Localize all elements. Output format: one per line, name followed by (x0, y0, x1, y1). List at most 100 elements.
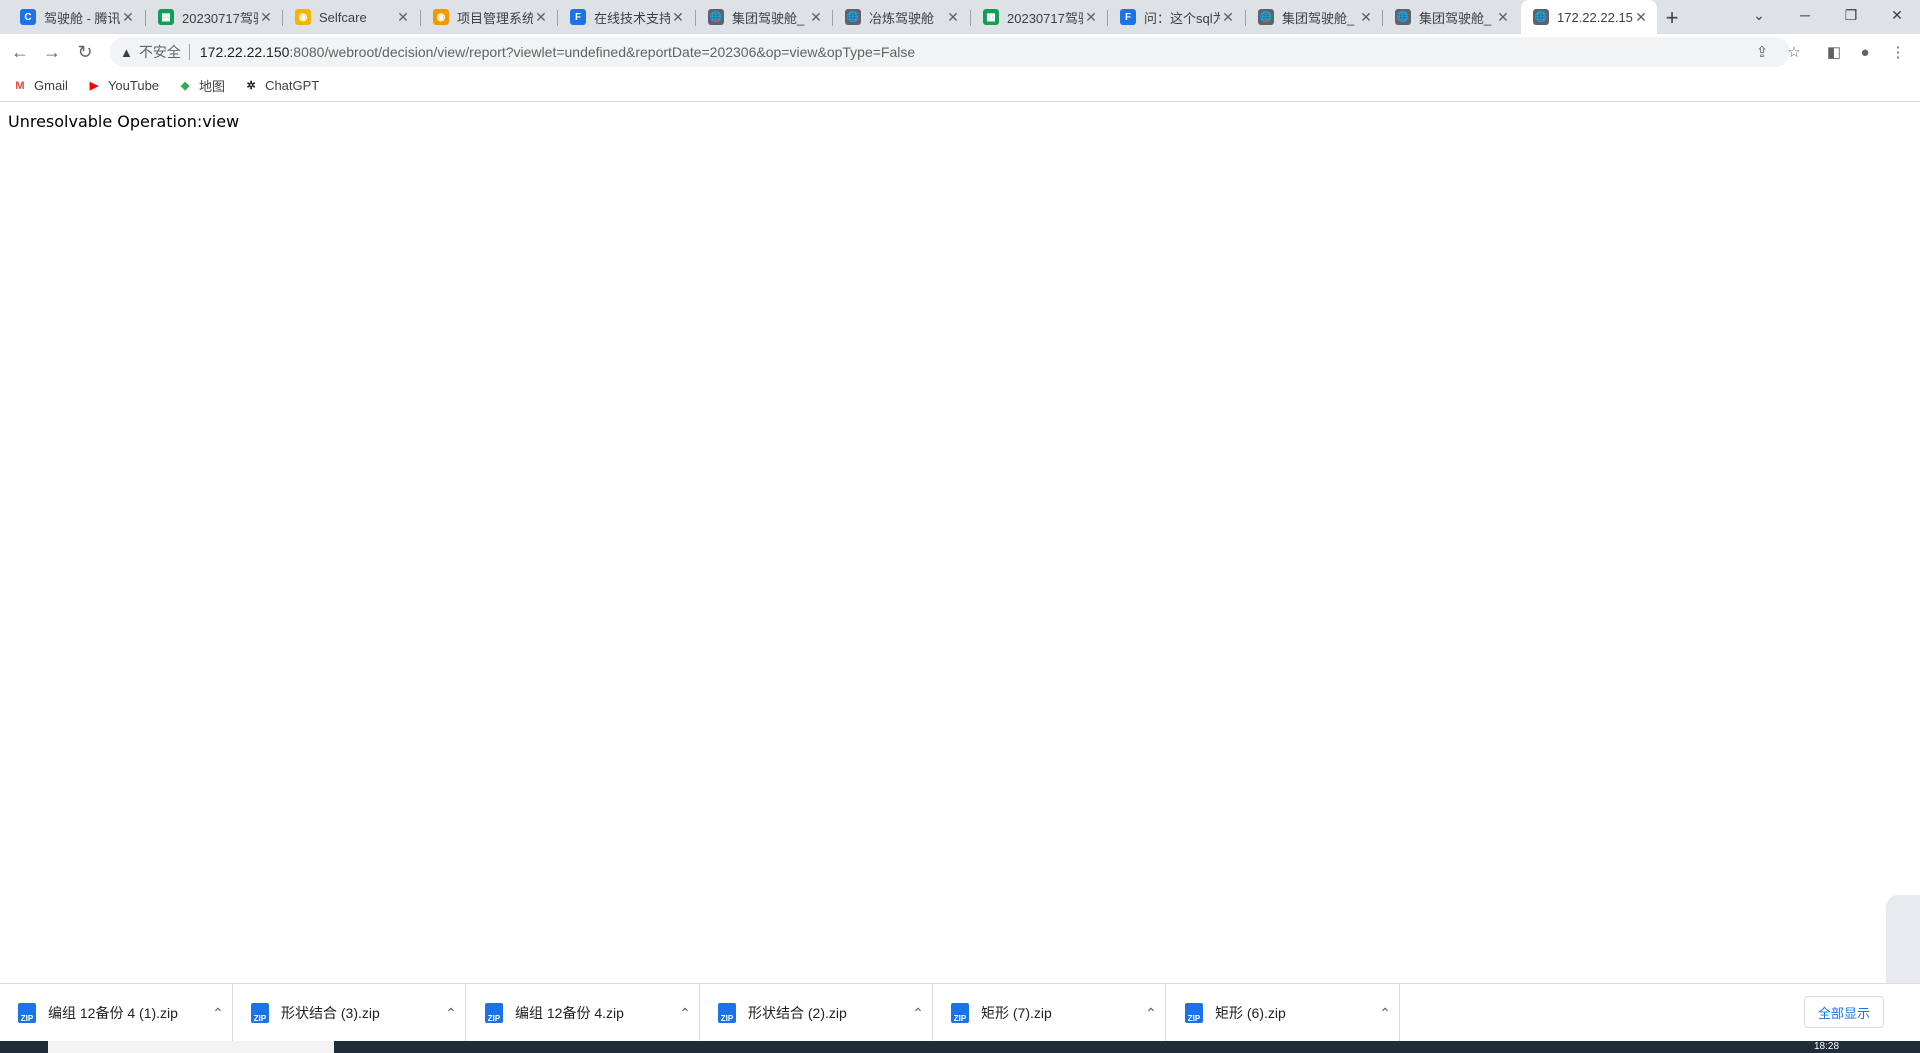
zip-file-icon: ZIP (251, 1003, 269, 1023)
tab-title: 20230717驾驶 (1007, 10, 1083, 26)
tab-search-button[interactable]: ⌄ (1736, 0, 1782, 30)
globe-icon: 🌐 (1258, 9, 1274, 25)
chevron-up-icon[interactable]: ⌃ (904, 1005, 932, 1022)
download-item[interactable]: ZIP 形状结合 (3).zip ⌃ (233, 984, 466, 1042)
finereport-icon: F (570, 9, 586, 25)
close-tab-icon[interactable]: ✕ (120, 9, 136, 25)
taskbar-clock: 18:28 (1814, 1041, 1840, 1052)
tab[interactable]: 🌐 冶炼驾驶舱 ✕ (833, 0, 969, 34)
chevron-up-icon[interactable]: ⌃ (671, 1005, 699, 1022)
bookmarks-bar: M Gmail ▶ YouTube ◆ 地图 ✲ ChatGPT (0, 70, 1920, 102)
tab-title: 20230717驾驶 (182, 10, 258, 26)
bookmark-item[interactable]: ◆ 地图 (177, 76, 225, 95)
show-all-downloads-button[interactable]: 全部显示 (1804, 996, 1884, 1028)
download-item[interactable]: ZIP 形状结合 (2).zip ⌃ (700, 984, 933, 1042)
windows-taskbar: 18:28 (0, 1041, 1920, 1053)
download-item[interactable]: ZIP 矩形 (6).zip ⌃ (1167, 984, 1400, 1042)
page-content: Unresolvable Operation:view (0, 103, 1920, 983)
tab[interactable]: F 问：这个sql为 ✕ (1108, 0, 1244, 34)
download-bar: 全部显示 ZIP 编组 12备份 4 (1).zip ⌃ ZIP 形状结合 (3).zi… (0, 983, 1920, 1042)
share-icon[interactable]: ⇪ (1750, 40, 1774, 64)
tab-title: 驾驶舱 - 腾讯 (44, 10, 120, 26)
close-tab-icon[interactable]: ✕ (808, 9, 824, 25)
forward-button[interactable]: → (40, 40, 64, 64)
tab[interactable]: ▦ 20230717驾驶 ✕ (146, 0, 282, 34)
download-filename: 矩形 (7).zip (981, 1005, 1052, 1021)
side-panel-icon[interactable]: ◧ (1822, 40, 1846, 64)
warning-icon: ▲ (120, 44, 133, 60)
tab-title: 集团驾驶舱_ (1282, 10, 1355, 26)
zip-file-icon: ZIP (718, 1003, 736, 1023)
new-tab-button[interactable]: + (1660, 5, 1684, 30)
menu-kebab-icon[interactable]: ⋮ (1886, 40, 1910, 64)
globe-icon: 🌐 (1395, 9, 1411, 25)
zip-file-icon: ZIP (485, 1003, 503, 1023)
download-item[interactable]: ZIP 矩形 (7).zip ⌃ (933, 984, 1166, 1042)
close-tab-icon[interactable]: ✕ (395, 9, 411, 25)
address-bar[interactable]: ▲ 不安全 172.22.22.150 :8080/webroot/decisi… (110, 37, 1790, 67)
download-item[interactable]: ZIP 编组 12备份 4 (1).zip ⌃ (0, 984, 233, 1042)
back-button[interactable]: ← (8, 40, 32, 64)
error-message: Unresolvable Operation:view (8, 112, 240, 131)
globe-icon: 🌐 (845, 9, 861, 25)
selfcare-icon: ◉ (295, 9, 311, 25)
close-tab-icon[interactable]: ✕ (1358, 9, 1374, 25)
download-filename: 编组 12备份 4 (1).zip (48, 1005, 178, 1021)
tab[interactable]: ▦ 20230717驾驶 ✕ (971, 0, 1107, 34)
chevron-up-icon[interactable]: ⌃ (437, 1005, 465, 1022)
close-tab-icon[interactable]: ✕ (1220, 9, 1236, 25)
close-tab-icon[interactable]: ✕ (670, 9, 686, 25)
chatgpt-icon: ✲ (246, 80, 256, 92)
tab[interactable]: ◉ Selfcare ✕ (283, 0, 419, 34)
tab[interactable]: 🌐 集团驾驶舱_ ✕ (1246, 0, 1382, 34)
chevron-up-icon[interactable]: ⌃ (204, 1005, 232, 1022)
security-label[interactable]: 不安全 (139, 42, 181, 62)
chevron-up-icon[interactable]: ⌃ (1371, 1005, 1399, 1022)
minimize-button[interactable]: ─ (1782, 0, 1828, 30)
download-filename: 矩形 (6).zip (1215, 1005, 1286, 1021)
maps-icon: ◆ (180, 80, 190, 92)
bookmark-item[interactable]: ▶ YouTube (86, 78, 159, 94)
project-icon: ◉ (433, 9, 449, 25)
bookmark-star-icon[interactable]: ☆ (1782, 40, 1806, 64)
sheet-icon: ▦ (158, 9, 174, 25)
tab-title: 集团驾驶舱_ (732, 10, 805, 26)
close-tab-icon[interactable]: ✕ (1083, 9, 1099, 25)
tab[interactable]: C 驾驶舱 - 腾讯 ✕ (8, 0, 144, 34)
bookmark-label: Gmail (34, 78, 68, 93)
zip-file-icon: ZIP (951, 1003, 969, 1023)
tab[interactable]: ◉ 项目管理系统 ✕ (421, 0, 557, 34)
profile-avatar-icon[interactable]: ● (1853, 40, 1877, 64)
tab[interactable]: 🌐 集团驾驶舱_ ✕ (696, 0, 832, 34)
restore-button[interactable]: ❐ (1828, 0, 1874, 30)
tab-title: 在线技术支持 (594, 10, 670, 26)
tab-title: 问：这个sql为 (1144, 10, 1220, 26)
globe-icon: 🌐 (1533, 9, 1549, 25)
close-tab-icon[interactable]: ✕ (1633, 9, 1649, 25)
tab-strip: + ⌄ ─ ❐ ✕ C 驾驶舱 - 腾讯 ✕ ▦ 20230717驾驶 ✕ ◉ Selfcar… (0, 0, 1920, 34)
gmail-icon: M (15, 79, 25, 92)
divider (188, 44, 190, 60)
download-item[interactable]: ZIP 编组 12备份 4.zip ⌃ (467, 984, 700, 1042)
bookmark-label: ChatGPT (265, 78, 320, 93)
tab-title: 冶炼驾驶舱 (869, 10, 935, 26)
tencent-docs-icon: C (20, 9, 36, 25)
bookmark-item[interactable]: M Gmail (12, 78, 68, 94)
sheet-icon: ▦ (983, 9, 999, 25)
chevron-up-icon[interactable]: ⌃ (1137, 1005, 1165, 1022)
bookmark-label: 地图 (199, 79, 226, 94)
close-window-button[interactable]: ✕ (1874, 0, 1920, 30)
tab[interactable]: F 在线技术支持 ✕ (558, 0, 694, 34)
close-tab-icon[interactable]: ✕ (945, 9, 961, 25)
download-filename: 形状结合 (2).zip (748, 1005, 847, 1021)
download-filename: 形状结合 (3).zip (281, 1005, 380, 1021)
reload-button[interactable]: ↻ (73, 40, 97, 64)
close-tab-icon[interactable]: ✕ (533, 9, 549, 25)
bookmark-item[interactable]: ✲ ChatGPT (243, 78, 319, 94)
close-tab-icon[interactable]: ✕ (258, 9, 274, 25)
url-host: 172.22.22.150 (199, 44, 290, 60)
taskbar-search[interactable] (48, 1041, 334, 1053)
tab[interactable]: 🌐 集团驾驶舱_ ✕ (1383, 0, 1519, 34)
tab[interactable]: 🌐 172.22.22.15 ✕ (1521, 0, 1657, 34)
close-tab-icon[interactable]: ✕ (1495, 9, 1511, 25)
